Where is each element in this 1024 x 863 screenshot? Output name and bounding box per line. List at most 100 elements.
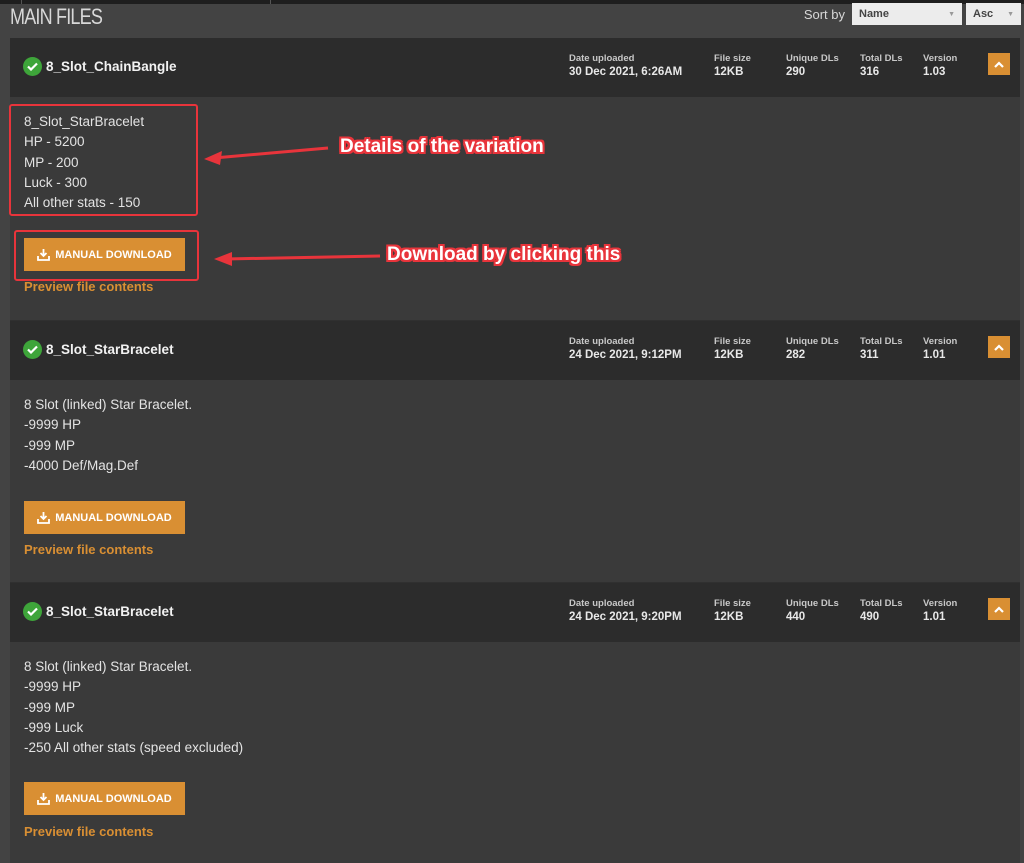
stat-value: 282 <box>786 349 806 361</box>
sort-label: Sort by <box>803 6 845 22</box>
description-line: -999 MP <box>24 699 76 715</box>
stat-label: Total DLs <box>860 53 903 64</box>
preview-file-contents-link[interactable]: Preview file contents <box>24 824 153 839</box>
description-line: -999 MP <box>24 437 76 453</box>
chevron-up-icon <box>994 605 1004 613</box>
stat-value: 12KB <box>714 611 744 623</box>
description-line: Luck - 300 <box>24 174 88 190</box>
manual-download-button[interactable]: MANUAL DOWNLOAD <box>24 782 185 815</box>
stat-value: 490 <box>860 611 880 623</box>
verified-check-icon <box>23 340 42 359</box>
file-name: 8_Slot_StarBracelet <box>46 342 174 357</box>
description-line: -4000 Def/Mag.Def <box>24 457 139 473</box>
preview-file-contents-link[interactable]: Preview file contents <box>24 542 153 557</box>
stat-label: Unique DLs <box>786 598 839 609</box>
stat-value: 12KB <box>714 349 744 361</box>
stat-file-size: File size 12KB <box>714 598 751 624</box>
stat-value: 1.03 <box>923 66 946 78</box>
stat-file-size: File size 12KB <box>714 336 751 362</box>
file-header[interactable]: 8_Slot_ChainBangle Date uploaded 30 Dec … <box>10 38 1020 97</box>
file-title: 8_Slot_StarBracelet <box>23 340 174 359</box>
stat-value: 30 Dec 2021, 6:26AM <box>569 66 683 78</box>
stat-value: 1.01 <box>923 349 946 361</box>
stat-version: Version 1.01 <box>923 336 957 362</box>
stat-value: 24 Dec 2021, 9:20PM <box>569 611 682 623</box>
manual-download-button[interactable]: MANUAL DOWNLOAD <box>24 238 185 271</box>
stat-label: File size <box>714 53 751 64</box>
stat-unique-dls: Unique DLs 440 <box>786 598 839 624</box>
stat-value: 440 <box>786 611 806 623</box>
sort-field-value: Name <box>859 8 889 20</box>
stat-date-uploaded: Date uploaded 24 Dec 2021, 9:20PM <box>569 598 682 624</box>
download-label: MANUAL DOWNLOAD <box>55 248 172 261</box>
description-line: -250 All other stats (speed excluded) <box>24 740 244 756</box>
stat-label: Total DLs <box>860 336 903 347</box>
manual-download-button[interactable]: MANUAL DOWNLOAD <box>24 501 185 534</box>
file-header[interactable]: 8_Slot_StarBracelet Date uploaded 24 Dec… <box>10 583 1020 642</box>
verified-check-icon <box>23 57 42 76</box>
description-line: All other stats - 150 <box>24 195 141 211</box>
description-line: -9999 HP <box>24 679 82 695</box>
description-line: -9999 HP <box>24 417 82 433</box>
top-bar-divider <box>270 0 271 4</box>
collapse-toggle-button[interactable] <box>988 53 1010 75</box>
stat-value: 290 <box>786 66 806 78</box>
file-body: 8 Slot (linked) Star Bracelet. -9999 HP … <box>10 380 1020 582</box>
file-title: 8_Slot_StarBracelet <box>23 602 174 621</box>
annotation-download-label: Download by clicking this <box>387 244 621 265</box>
stat-label: Version <box>923 53 958 64</box>
collapse-toggle-button[interactable] <box>988 598 1010 620</box>
stat-file-size: File size 12KB <box>714 53 751 79</box>
file-body: 8_Slot_StarBracelet HP - 5200 MP - 200 L… <box>10 97 1020 320</box>
description-line: 8 Slot (linked) Star Bracelet. <box>24 397 193 412</box>
chevron-down-icon: ▼ <box>1007 10 1014 18</box>
file-name: 8_Slot_StarBracelet <box>46 604 174 619</box>
description-line: 8_Slot_StarBracelet <box>24 114 145 129</box>
file-description: 8 Slot (linked) Star Bracelet. -9999 HP … <box>24 657 1006 758</box>
file-title: 8_Slot_ChainBangle <box>23 57 177 76</box>
stat-label: Date uploaded <box>569 336 635 347</box>
stat-unique-dls: Unique DLs 282 <box>786 336 839 362</box>
file-item: 8_Slot_ChainBangle Date uploaded 30 Dec … <box>10 38 1020 321</box>
stat-value: 316 <box>860 66 880 78</box>
chevron-down-icon: ▼ <box>948 10 955 18</box>
stat-unique-dls: Unique DLs 290 <box>786 53 839 79</box>
collapse-toggle-button[interactable] <box>988 336 1010 358</box>
stat-version: Version 1.03 <box>923 53 957 79</box>
file-list: 8_Slot_ChainBangle Date uploaded 30 Dec … <box>10 38 1020 863</box>
sort-controls: Sort by Name ▼ Asc ▼ <box>804 3 1024 25</box>
file-item: 8_Slot_StarBracelet Date uploaded 24 Dec… <box>10 583 1020 863</box>
annotation-details-label: Details of the variation <box>340 136 544 157</box>
file-body: 8 Slot (linked) Star Bracelet. -9999 HP … <box>10 642 1020 863</box>
stat-value: 12KB <box>714 66 744 78</box>
stat-total-dls: Total DLs 311 <box>860 336 903 362</box>
download-icon <box>37 248 51 261</box>
file-description: 8 Slot (linked) Star Bracelet. -9999 HP … <box>24 395 1006 476</box>
stat-label: Version <box>923 598 958 609</box>
description-line: 8 Slot (linked) Star Bracelet. <box>24 659 193 674</box>
download-icon <box>37 511 51 524</box>
sort-field-select[interactable]: Name ▼ <box>852 3 962 25</box>
preview-file-contents-link[interactable]: Preview file contents <box>24 279 153 294</box>
stat-total-dls: Total DLs 316 <box>860 53 903 79</box>
download-icon <box>37 792 51 805</box>
stat-label: Unique DLs <box>786 53 839 64</box>
stat-label: File size <box>714 336 751 347</box>
stat-value: 1.01 <box>923 611 946 623</box>
description-line: -999 Luck <box>24 719 84 735</box>
file-name: 8_Slot_ChainBangle <box>46 59 177 74</box>
download-label: MANUAL DOWNLOAD <box>55 792 172 805</box>
file-header[interactable]: 8_Slot_StarBracelet Date uploaded 24 Dec… <box>10 321 1020 380</box>
section-title: MAIN FILES <box>10 4 103 29</box>
stat-date-uploaded: Date uploaded 30 Dec 2021, 6:26AM <box>569 53 682 79</box>
sort-order-select[interactable]: Asc ▼ <box>966 3 1021 25</box>
stat-value: 311 <box>860 349 879 361</box>
stat-label: Version <box>923 336 958 347</box>
download-label: MANUAL DOWNLOAD <box>55 511 172 524</box>
chevron-up-icon <box>994 60 1004 68</box>
verified-check-icon <box>23 602 42 621</box>
file-description: 8_Slot_StarBracelet HP - 5200 MP - 200 L… <box>24 112 1006 213</box>
sort-order-value: Asc <box>973 8 994 20</box>
stat-value: 24 Dec 2021, 9:12PM <box>569 349 682 361</box>
stat-label: Unique DLs <box>786 336 839 347</box>
